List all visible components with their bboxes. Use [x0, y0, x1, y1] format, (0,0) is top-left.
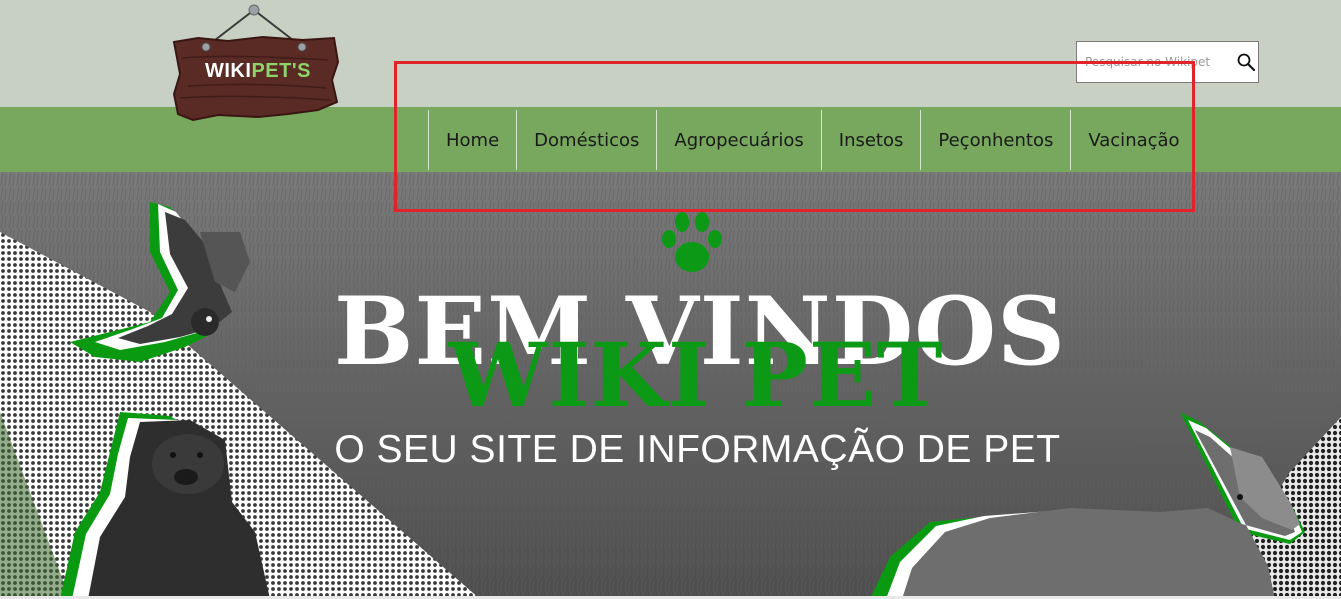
hero-title-wikipet: WIKI PET [448, 323, 944, 427]
hero-subtitle: O SEU SITE DE INFORMAÇÃO DE PET [334, 428, 1061, 471]
menu-item-vacinacao[interactable]: Vacinação [1070, 110, 1196, 170]
menu-item-agropecuarios[interactable]: Agropecuários [656, 110, 820, 170]
menu-item-domesticos[interactable]: Domésticos [516, 110, 656, 170]
search-box[interactable] [1076, 41, 1259, 83]
menu-item-peconhentos[interactable]: Peçonhentos [920, 110, 1070, 170]
main-menu: Home Domésticos Agropecuários Insetos Pe… [428, 110, 1197, 170]
search-input[interactable] [1085, 52, 1230, 72]
search-icon[interactable] [1236, 52, 1256, 72]
logo-text[interactable]: WIKIPET'S [205, 60, 311, 83]
menu-item-insetos[interactable]: Insetos [820, 110, 921, 170]
menu-item-home[interactable]: Home [428, 110, 516, 170]
paw-icon [662, 212, 722, 272]
